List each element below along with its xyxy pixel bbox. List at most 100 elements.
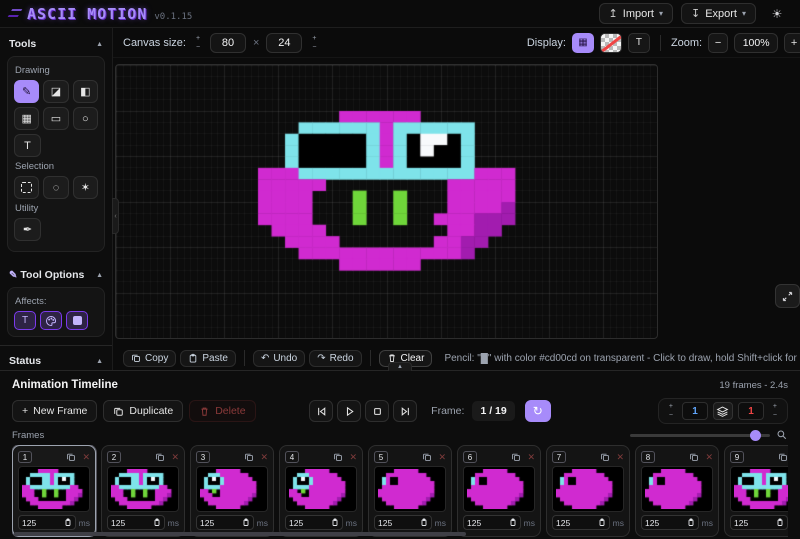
canvas-height-input[interactable]: 24 bbox=[266, 33, 302, 53]
skip-start-button[interactable] bbox=[309, 400, 333, 422]
import-button[interactable]: ↥ Import ▾ bbox=[599, 3, 673, 24]
onion-next-increment-button[interactable]: + bbox=[769, 403, 781, 411]
gradient-tool-button[interactable]: ▦ bbox=[14, 107, 39, 130]
new-frame-button[interactable]: + New Frame bbox=[12, 400, 97, 422]
apply-duration-icon[interactable] bbox=[776, 518, 784, 527]
delete-frame-icon[interactable]: ✕ bbox=[527, 452, 535, 463]
duplicate-frame-icon[interactable] bbox=[778, 452, 788, 462]
apply-duration-icon[interactable] bbox=[153, 518, 161, 527]
height-decrement-button[interactable]: − bbox=[308, 43, 320, 51]
frame-duration-input[interactable]: 125 bbox=[196, 515, 254, 530]
apply-duration-icon[interactable] bbox=[64, 518, 72, 527]
duplicate-frame-button[interactable]: Duplicate bbox=[103, 400, 183, 422]
frame-duration-input[interactable]: 125 bbox=[374, 515, 432, 530]
pencil-tool-button[interactable]: ✎ bbox=[14, 80, 39, 103]
transparency-toggle-button[interactable] bbox=[600, 33, 622, 53]
zoom-out-button[interactable]: − bbox=[708, 33, 728, 53]
drawing-canvas[interactable] bbox=[115, 64, 658, 339]
frame-card[interactable]: 2✕125ms bbox=[101, 445, 185, 537]
frame-duration-input[interactable]: 125 bbox=[730, 515, 788, 530]
frame-card[interactable]: 4✕125ms bbox=[279, 445, 363, 537]
apply-duration-icon[interactable] bbox=[331, 518, 339, 527]
affects-color-toggle[interactable] bbox=[40, 311, 62, 330]
rect-select-tool-button[interactable] bbox=[14, 176, 39, 199]
magic-wand-tool-button[interactable]: ✶ bbox=[73, 176, 98, 199]
canvas-width-input[interactable]: 80 bbox=[210, 33, 246, 53]
export-button[interactable]: ↧ Export ▾ bbox=[681, 3, 756, 24]
zoom-in-button[interactable]: + bbox=[784, 33, 800, 53]
copy-button[interactable]: Copy bbox=[123, 350, 176, 367]
undo-button[interactable]: ↶ Undo bbox=[253, 350, 305, 367]
delete-frame-icon[interactable]: ✕ bbox=[260, 452, 268, 463]
apply-duration-icon[interactable] bbox=[687, 518, 695, 527]
collapse-timeline-handle[interactable]: ▲ bbox=[388, 362, 412, 371]
redo-button[interactable]: ↷ Redo bbox=[309, 350, 361, 367]
affects-character-toggle[interactable]: T bbox=[14, 311, 36, 330]
eyedropper-tool-button[interactable]: ✒ bbox=[14, 218, 41, 241]
tool-options-section-header[interactable]: ✎Tool Options ▲ bbox=[7, 266, 105, 287]
onion-skin-toggle-button[interactable] bbox=[713, 402, 733, 420]
grid-toggle-button[interactable]: ▦ bbox=[572, 33, 594, 53]
fullscreen-canvas-button[interactable] bbox=[775, 284, 800, 308]
delete-frame-button[interactable]: Delete bbox=[189, 400, 255, 422]
delete-frame-icon[interactable]: ✕ bbox=[349, 452, 357, 463]
paint-bucket-tool-button[interactable]: ◧ bbox=[73, 80, 98, 103]
loop-toggle-button[interactable]: ↻ bbox=[525, 400, 551, 422]
apply-duration-icon[interactable] bbox=[420, 518, 428, 527]
frame-card[interactable]: 8✕125ms bbox=[635, 445, 719, 537]
apply-duration-icon[interactable] bbox=[598, 518, 606, 527]
duplicate-frame-icon[interactable] bbox=[422, 452, 432, 462]
slider-track[interactable] bbox=[630, 434, 770, 437]
frame-duration-input[interactable]: 125 bbox=[107, 515, 165, 530]
delete-frame-icon[interactable]: ✕ bbox=[171, 452, 179, 463]
rectangle-tool-button[interactable]: ▭ bbox=[43, 107, 68, 130]
delete-frame-icon[interactable]: ✕ bbox=[705, 452, 713, 463]
duplicate-frame-icon[interactable] bbox=[333, 452, 343, 462]
apply-duration-icon[interactable] bbox=[242, 518, 250, 527]
frame-duration-input[interactable]: 125 bbox=[641, 515, 699, 530]
text-tool-button[interactable]: T bbox=[14, 134, 41, 157]
frame-duration-input[interactable]: 125 bbox=[463, 515, 521, 530]
duplicate-frame-icon[interactable] bbox=[511, 452, 521, 462]
duplicate-frame-icon[interactable] bbox=[244, 452, 254, 462]
duplicate-frame-icon[interactable] bbox=[155, 452, 165, 462]
timeline-scrollbar[interactable] bbox=[14, 532, 466, 536]
frame-card[interactable]: 6✕125ms bbox=[457, 445, 541, 537]
skip-end-button[interactable] bbox=[393, 400, 417, 422]
height-increment-button[interactable]: + bbox=[308, 34, 320, 42]
onion-prev-count[interactable]: 1 bbox=[682, 402, 708, 420]
stop-button[interactable] bbox=[365, 400, 389, 422]
frame-card[interactable]: 1✕125ms bbox=[12, 445, 96, 537]
paste-button[interactable]: Paste bbox=[180, 350, 236, 367]
frame-card[interactable]: 7✕125ms bbox=[546, 445, 630, 537]
frame-duration-input[interactable]: 125 bbox=[18, 515, 76, 530]
width-increment-button[interactable]: + bbox=[192, 34, 204, 42]
onion-prev-decrement-button[interactable]: − bbox=[665, 412, 677, 420]
eraser-tool-button[interactable]: ◪ bbox=[43, 80, 68, 103]
char-display-toggle-button[interactable]: T bbox=[628, 33, 650, 53]
onion-next-decrement-button[interactable]: − bbox=[769, 412, 781, 420]
apply-duration-icon[interactable] bbox=[509, 518, 517, 527]
duplicate-frame-icon[interactable] bbox=[600, 452, 610, 462]
tools-section-header[interactable]: Tools ▲ bbox=[7, 35, 105, 56]
frame-duration-input[interactable]: 125 bbox=[552, 515, 610, 530]
duplicate-frame-icon[interactable] bbox=[66, 452, 76, 462]
delete-frame-icon[interactable]: ✕ bbox=[82, 452, 90, 463]
delete-frame-icon[interactable]: ✕ bbox=[616, 452, 624, 463]
frame-card[interactable]: 9✕125ms bbox=[724, 445, 788, 537]
play-button[interactable] bbox=[337, 400, 361, 422]
ellipse-tool-button[interactable]: ○ bbox=[73, 107, 98, 130]
duplicate-frame-icon[interactable] bbox=[689, 452, 699, 462]
lasso-select-tool-button[interactable]: ◌ bbox=[43, 176, 68, 199]
frame-card[interactable]: 3✕125ms bbox=[190, 445, 274, 537]
onion-next-count[interactable]: 1 bbox=[738, 402, 764, 420]
affects-background-toggle[interactable] bbox=[66, 311, 88, 330]
frame-card[interactable]: 5✕125ms bbox=[368, 445, 452, 537]
width-decrement-button[interactable]: − bbox=[192, 43, 204, 51]
delete-frame-icon[interactable]: ✕ bbox=[438, 452, 446, 463]
onion-prev-increment-button[interactable]: + bbox=[665, 403, 677, 411]
slider-thumb[interactable] bbox=[750, 430, 761, 441]
theme-toggle-button[interactable]: ☀ bbox=[764, 3, 790, 24]
collapse-sidebar-handle[interactable]: ‹ bbox=[112, 198, 119, 234]
frame-duration-input[interactable]: 125 bbox=[285, 515, 343, 530]
